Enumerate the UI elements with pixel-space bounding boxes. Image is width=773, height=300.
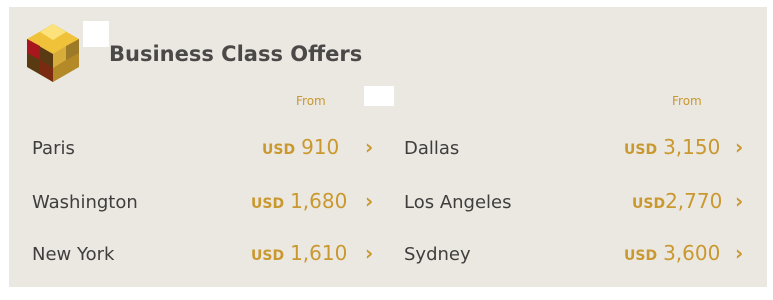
offer-city: Washington bbox=[32, 192, 138, 213]
offer-price[interactable]: USD 3,150 bbox=[624, 135, 720, 159]
offer-price[interactable]: USD2,770 bbox=[632, 189, 722, 213]
chevron-right-icon[interactable]: › bbox=[735, 243, 743, 263]
section-title: Business Class Offers bbox=[109, 42, 363, 66]
white-square-decoration bbox=[83, 21, 109, 47]
chevron-right-icon[interactable]: › bbox=[735, 137, 743, 157]
chevron-right-icon[interactable]: › bbox=[365, 191, 373, 211]
chevron-right-icon[interactable]: › bbox=[735, 191, 743, 211]
from-label-left: From bbox=[296, 94, 326, 108]
from-label-right: From bbox=[672, 94, 702, 108]
chevron-right-icon[interactable]: › bbox=[365, 137, 373, 157]
chevron-right-icon[interactable]: › bbox=[365, 243, 373, 263]
offer-price[interactable]: USD 910 bbox=[262, 135, 339, 159]
offer-price[interactable]: USD 3,600 bbox=[624, 241, 720, 265]
offer-city: Dallas bbox=[404, 138, 460, 159]
gold-cube-logo-icon bbox=[27, 24, 79, 82]
offer-price[interactable]: USD 1,610 bbox=[251, 241, 347, 265]
offer-city: Paris bbox=[32, 138, 75, 159]
white-square-decoration bbox=[364, 86, 394, 106]
offer-city: Sydney bbox=[404, 244, 471, 265]
offer-city: Los Angeles bbox=[404, 192, 512, 213]
offer-city: New York bbox=[32, 244, 115, 265]
offer-price[interactable]: USD 1,680 bbox=[251, 189, 347, 213]
